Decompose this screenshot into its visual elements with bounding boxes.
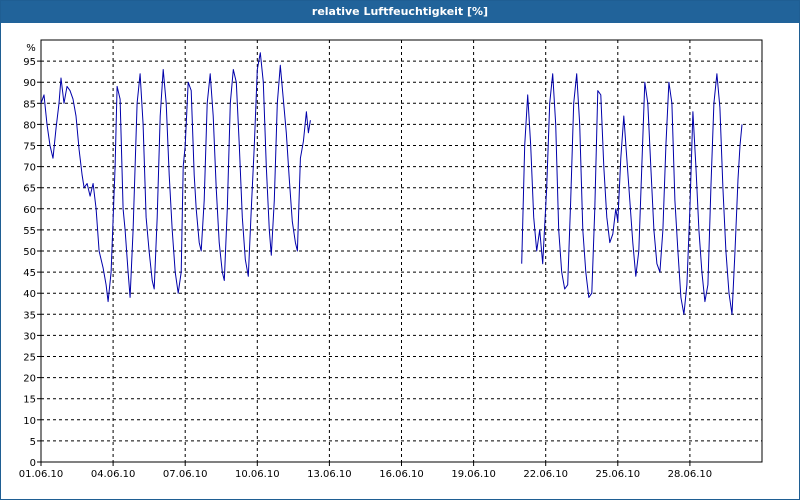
x-tick-label: 19.06.10: [451, 469, 496, 480]
x-tick-label: 04.06.10: [91, 469, 136, 480]
y-tick-label: 15: [23, 395, 36, 406]
y-tick-label: 70: [23, 163, 36, 174]
y-tick-label: 25: [23, 353, 36, 364]
y-tick-label: 45: [23, 268, 36, 279]
y-tick-label: 80: [23, 120, 36, 131]
chart-canvas: 0 5 10 15 20 25 30 35 40 45 50 55 60 65 70 75 80 85 90 95 0…: [1, 23, 799, 499]
y-tick-label: 85: [23, 99, 36, 110]
y-tick-label: 10: [23, 416, 36, 427]
x-tick-label: 13.06.10: [307, 469, 352, 480]
x-tick-label: 07.06.10: [163, 469, 208, 480]
y-tick-label: 90: [23, 78, 36, 89]
y-tick-label: 95: [23, 57, 36, 68]
y-tick-label: 75: [23, 142, 36, 153]
y-tick-label: 50: [23, 247, 36, 258]
x-tick-label: 01.06.10: [19, 469, 64, 480]
y-tick-label: 55: [23, 226, 36, 237]
y-tick-label: 40: [23, 289, 36, 300]
y-tick-label: 35: [23, 310, 36, 321]
x-tick-label: 22.06.10: [523, 469, 568, 480]
x-tick-label: 16.06.10: [379, 469, 424, 480]
y-axis-ticks: 0 5 10 15 20 25 30 35 40 45 50 55 60 65 70 75 80 85 90 95: [23, 57, 41, 469]
x-tick-label: 10.06.10: [235, 469, 280, 480]
chart-window: relative Luftfeuchtigkeit [%] 0 5 10 15 20 25…: [0, 0, 800, 500]
y-tick-label: 0: [30, 458, 36, 469]
x-axis-ticks: 01.06.10 04.06.10 07.06.10 10.06.10 13.06.10…: [19, 462, 712, 480]
y-tick-label: 30: [23, 331, 36, 342]
x-tick-label: 28.06.10: [668, 469, 713, 480]
chart-title: relative Luftfeuchtigkeit [%]: [1, 1, 799, 23]
humidity-chart: 0 5 10 15 20 25 30 35 40 45 50 55 60 65 70 75 80 85 90 95 0…: [19, 39, 763, 480]
y-axis-label: %: [26, 43, 36, 54]
y-tick-label: 60: [23, 205, 36, 216]
y-tick-label: 20: [23, 374, 36, 385]
y-tick-label: 5: [30, 437, 36, 448]
y-tick-label: 65: [23, 184, 36, 195]
x-tick-label: 25.06.10: [596, 469, 641, 480]
